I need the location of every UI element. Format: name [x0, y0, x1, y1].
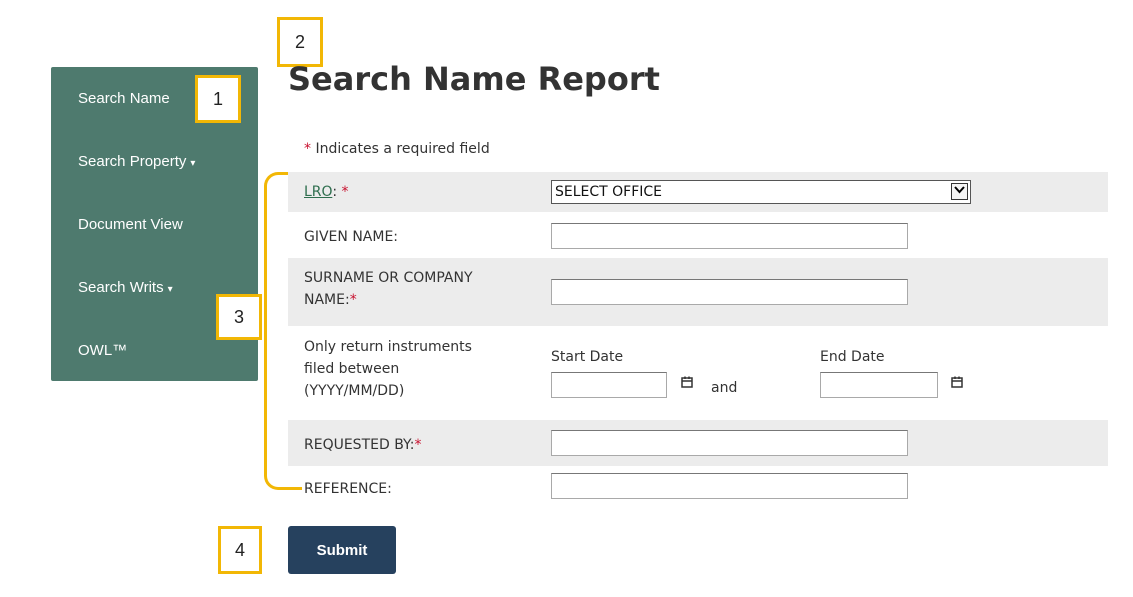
lro-select[interactable]: SELECT OFFICE	[551, 180, 971, 204]
sidebar-item-label: OWL™	[78, 342, 128, 359]
callout-3: 3	[216, 294, 262, 340]
surname-label: SURNAME OR COMPANY NAME:*	[304, 267, 473, 311]
form-row-given-name: GIVEN NAME:	[288, 212, 1108, 258]
end-date-label: End Date	[820, 349, 885, 365]
required-star: *	[304, 141, 311, 157]
form-row-reference: REFERENCE:	[288, 466, 1108, 510]
chevron-down-icon[interactable]	[951, 183, 968, 200]
callout-4: 4	[218, 526, 262, 574]
lro-label: LRO: *	[304, 181, 348, 203]
date-range-label-line2: filed between	[304, 361, 400, 377]
date-range-label-line1: Only return instruments	[304, 339, 472, 355]
sidebar-item-search-writs[interactable]: Search Writs ▾	[78, 279, 173, 296]
sidebar-item-search-name[interactable]: Search Name	[78, 90, 170, 107]
sidebar-item-owl[interactable]: OWL™	[78, 342, 127, 359]
required-star: *	[341, 184, 349, 200]
end-date-input[interactable]	[820, 372, 938, 398]
required-note: * Indicates a required field	[304, 141, 490, 157]
calendar-icon[interactable]	[681, 376, 693, 388]
start-date-input[interactable]	[551, 372, 667, 398]
sidebar-item-label: Search Property	[78, 153, 187, 170]
sidebar-item-document-view[interactable]: Document View	[78, 216, 183, 233]
lro-select-value: SELECT OFFICE	[555, 184, 663, 200]
calendar-icon[interactable]	[951, 376, 963, 388]
requested-by-label: REQUESTED BY:*	[304, 434, 421, 456]
sidebar-item-label: Search Writs	[78, 279, 164, 296]
caret-down-icon: ▾	[190, 158, 196, 169]
submit-button[interactable]: Submit	[288, 526, 396, 574]
requested-by-input[interactable]	[551, 430, 908, 456]
reference-input[interactable]	[551, 473, 908, 499]
caret-down-icon: ▾	[167, 284, 173, 295]
given-name-label: GIVEN NAME:	[304, 229, 399, 245]
page-title: Search Name Report	[288, 60, 660, 98]
reference-label: REFERENCE:	[304, 481, 392, 497]
required-note-text: Indicates a required field	[315, 141, 490, 157]
sidebar-item-label: Document View	[78, 216, 183, 233]
and-text: and	[711, 380, 738, 396]
date-range-label: Only return instruments filed between (Y…	[304, 336, 472, 402]
sidebar-item-search-property[interactable]: Search Property ▾	[78, 153, 195, 170]
sidebar-item-label: Search Name	[78, 90, 170, 107]
start-date-label: Start Date	[551, 349, 624, 365]
form-row-requested-by: REQUESTED BY:*	[288, 420, 1108, 466]
lro-link[interactable]: LRO	[304, 184, 332, 200]
form-row-lro: LRO: * SELECT OFFICE	[288, 172, 1108, 212]
surname-input[interactable]	[551, 279, 908, 305]
required-star: *	[349, 292, 357, 308]
form-row-date-range: Only return instruments filed between (Y…	[288, 326, 1108, 420]
lro-colon: :	[332, 184, 338, 200]
requested-by-label-text: REQUESTED BY:	[304, 437, 415, 453]
surname-label-line2: NAME:	[304, 292, 350, 308]
date-range-label-line3: (YYYY/MM/DD)	[304, 383, 405, 399]
surname-label-line1: SURNAME OR COMPANY	[304, 270, 473, 286]
callout-1: 1	[195, 75, 241, 123]
required-star: *	[414, 437, 422, 453]
given-name-input[interactable]	[551, 223, 908, 249]
form-row-surname: SURNAME OR COMPANY NAME:*	[288, 258, 1108, 326]
